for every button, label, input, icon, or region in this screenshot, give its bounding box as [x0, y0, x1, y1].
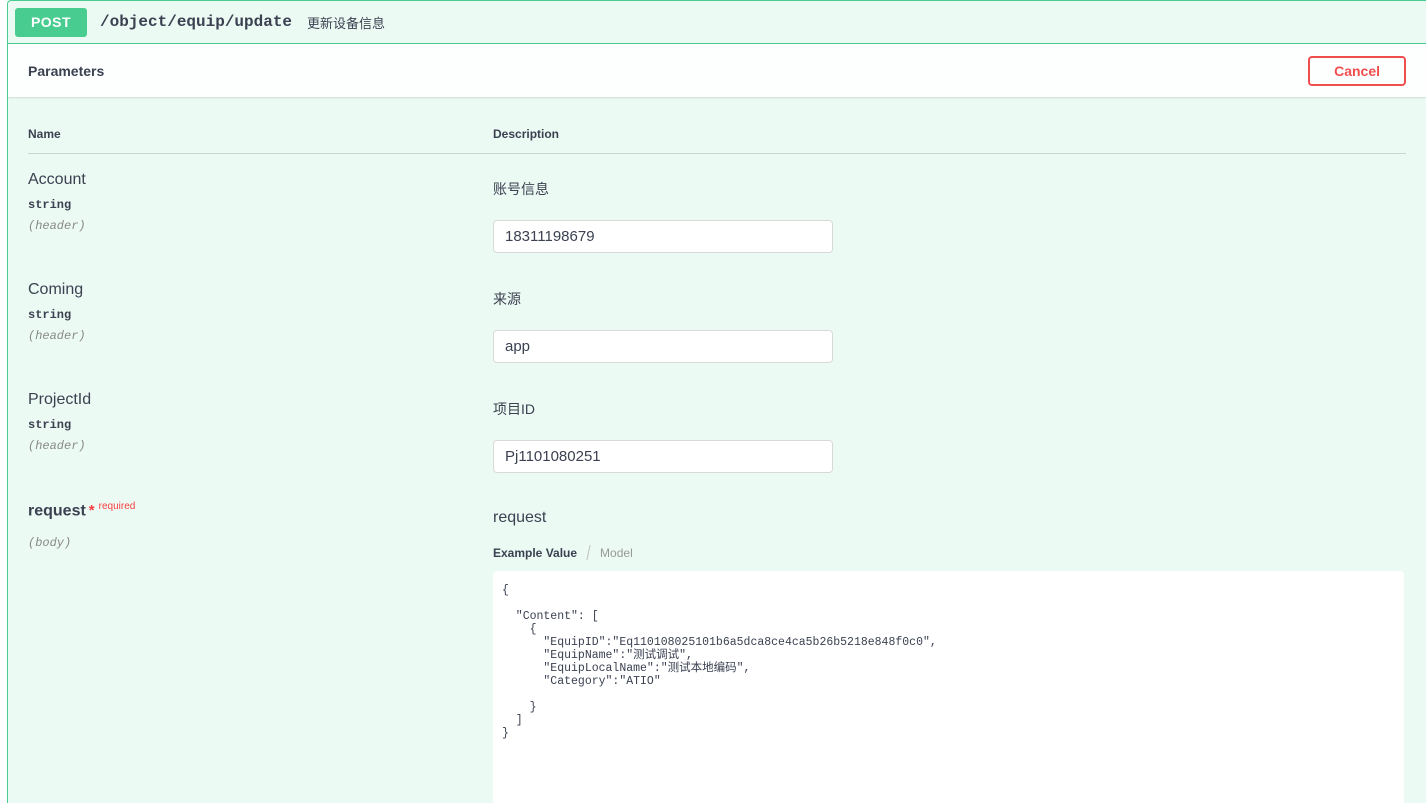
tab-example-value[interactable]: Example Value — [493, 546, 577, 560]
required-label: required — [99, 501, 136, 512]
description-column-header: Description — [493, 127, 1406, 141]
param-location: (body) — [28, 536, 493, 550]
coming-input[interactable] — [493, 330, 833, 363]
param-name-cell: request* required (body) — [28, 484, 493, 803]
endpoint-path: /object/equip/update — [100, 13, 292, 31]
operation-panel: POST /object/equip/update 更新设备信息 Paramet… — [7, 0, 1426, 803]
required-star: * — [89, 502, 95, 519]
cancel-button[interactable]: Cancel — [1308, 56, 1406, 86]
endpoint-summary: 更新设备信息 — [307, 13, 385, 32]
param-name-cell: Coming string (header) — [28, 264, 493, 374]
param-description: request — [493, 509, 1406, 527]
table-row: Account string (header) 账号信息 — [28, 154, 1406, 264]
tab-divider — [586, 545, 590, 560]
param-location: (header) — [28, 329, 493, 343]
parameters-title: Parameters — [28, 63, 104, 79]
param-name-cell: Account string (header) — [28, 154, 493, 264]
param-location: (header) — [28, 439, 493, 453]
parameters-section-header: Parameters Cancel — [8, 44, 1426, 97]
table-row: request*required (body) request Example … — [28, 484, 1406, 803]
projectid-input[interactable] — [493, 440, 833, 473]
param-description-cell: request Example Value Model — [493, 484, 1406, 803]
request-body-textarea[interactable] — [493, 571, 1404, 803]
tab-model[interactable]: Model — [600, 546, 633, 560]
parameters-table: Name Description Account string (header)… — [8, 97, 1426, 803]
table-row: ProjectId string (header) 项目ID — [28, 374, 1406, 484]
operation-summary[interactable]: POST /object/equip/update 更新设备信息 — [8, 1, 1426, 44]
param-description-cell: 账号信息 — [493, 154, 1406, 264]
table-header-row: Name Description — [28, 97, 1406, 154]
param-name: Account — [28, 171, 493, 189]
name-column-header: Name — [28, 127, 493, 141]
account-input[interactable] — [493, 220, 833, 253]
param-name: ProjectId — [28, 391, 493, 409]
param-type: string — [28, 418, 493, 432]
param-description-cell: 来源 — [493, 264, 1406, 374]
param-name-cell: ProjectId string (header) — [28, 374, 493, 484]
param-description-cell: 项目ID — [493, 374, 1406, 484]
table-row: Coming string (header) 来源 — [28, 264, 1406, 374]
param-description: 来源 — [493, 289, 1406, 309]
example-model-tabs: Example Value Model — [493, 545, 1406, 560]
http-method-badge: POST — [15, 8, 87, 37]
param-description: 账号信息 — [493, 179, 1406, 199]
param-name: Coming — [28, 281, 493, 299]
param-description: 项目ID — [493, 399, 1406, 419]
param-type: string — [28, 308, 493, 322]
param-type: string — [28, 198, 493, 212]
param-location: (header) — [28, 219, 493, 233]
param-name: request — [28, 502, 86, 519]
